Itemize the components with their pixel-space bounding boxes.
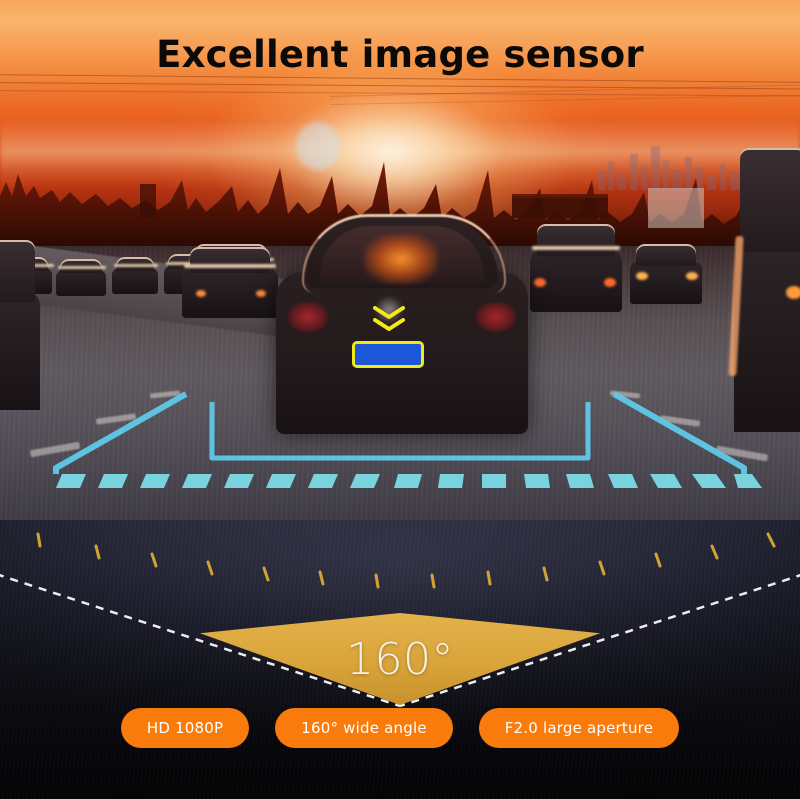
taillight-left: [288, 302, 328, 332]
car-rim-light: [532, 246, 620, 250]
car-light: [196, 290, 206, 297]
car-light: [786, 286, 800, 299]
car-light: [256, 290, 266, 297]
car-rim-light: [114, 264, 158, 267]
car-light: [686, 272, 698, 280]
badge-wide-angle[interactable]: 160° wide angle: [275, 708, 453, 748]
background-car: [56, 259, 106, 296]
product-image: 160° HD 1080P 160° wide angle F2.0 large…: [0, 0, 800, 799]
lead-vehicle-rim-light: [302, 214, 506, 293]
car-light: [636, 272, 648, 280]
background-car: [630, 244, 702, 304]
foreground-car-right: [734, 148, 800, 432]
chevron-down-icon: [372, 318, 406, 331]
license-plate: [352, 341, 424, 368]
badge-hd-1080p[interactable]: HD 1080P: [120, 708, 250, 748]
background-car: [112, 257, 158, 294]
page-title: Excellent image sensor: [156, 33, 644, 76]
fov-angle-label: 160°: [346, 633, 454, 685]
car-rim-light: [184, 264, 276, 268]
forward-collision-chevrons: [372, 297, 406, 336]
foreground-car-left: [0, 239, 40, 410]
taillight-right: [476, 302, 516, 332]
feature-badges: HD 1080P 160° wide angle F2.0 large aper…: [0, 708, 800, 748]
car-brake-light: [604, 278, 616, 287]
badge-aperture[interactable]: F2.0 large aperture: [478, 708, 680, 748]
car-rim-light: [58, 266, 106, 269]
